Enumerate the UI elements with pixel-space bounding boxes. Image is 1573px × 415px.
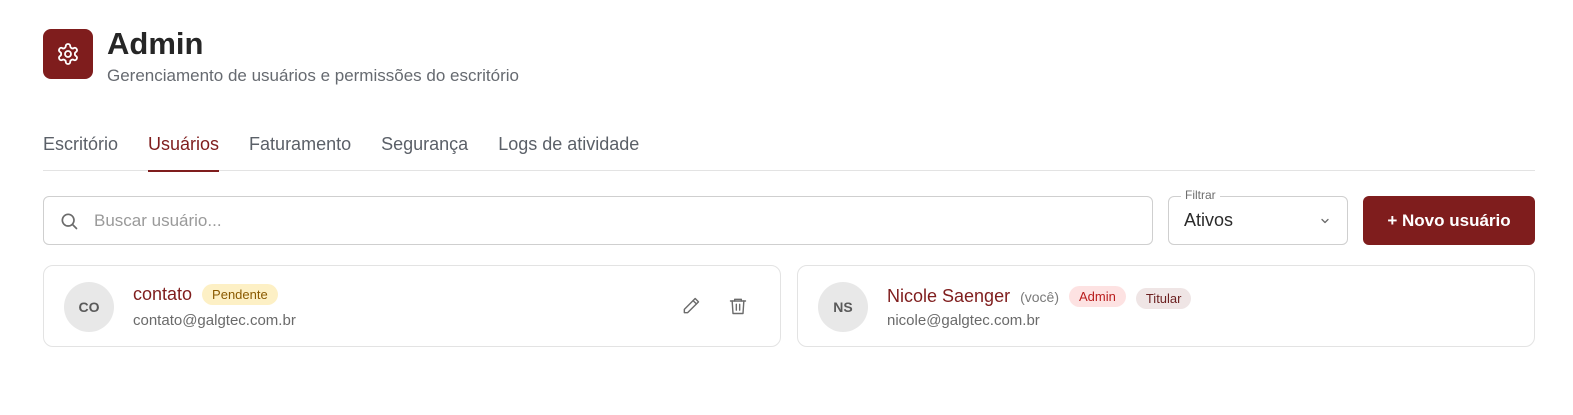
role-badge-admin: Admin <box>1068 286 1126 307</box>
tab-usuarios[interactable]: Usuários <box>148 130 220 172</box>
tab-escritorio[interactable]: Escritório <box>43 130 118 171</box>
search-box <box>43 196 1153 245</box>
current-user-label: (você) <box>1020 288 1059 305</box>
page-title: Admin <box>107 26 204 61</box>
user-email: contato@galgtec.com.br <box>133 312 296 329</box>
role-badge-titular: Titular <box>1135 288 1192 309</box>
user-name: contato <box>133 284 193 304</box>
user-name: Nicole Saenger <box>887 286 1011 306</box>
search-input[interactable] <box>94 210 1094 231</box>
tab-bar: Escritório Usuários Faturamento Seguranç… <box>43 130 1535 172</box>
status-badge-pending: Pendente <box>202 284 278 305</box>
filter-label: Filtrar <box>1181 188 1220 202</box>
user-email: nicole@galgtec.com.br <box>887 312 1040 329</box>
avatar: CO <box>64 282 114 332</box>
filter-value: Ativos <box>1184 210 1234 230</box>
header-text: Admin Gerenciamento de usuários e permis… <box>107 26 519 86</box>
gear-icon <box>58 43 78 65</box>
pencil-icon[interactable] <box>681 296 701 316</box>
trash-icon[interactable] <box>728 296 748 316</box>
page-header: Admin Gerenciamento de usuários e permis… <box>43 26 519 86</box>
page-subtitle: Gerenciamento de usuários e permissões d… <box>107 66 519 85</box>
chevron-down-icon <box>1321 218 1329 224</box>
user-name-row: Nicole Saenger (você) Admin Titular <box>887 284 1192 309</box>
user-card: CO contato Pendente contato@galgtec.com.… <box>43 265 781 347</box>
admin-header-icon <box>43 29 93 79</box>
user-name-row: contato Pendente <box>133 284 278 305</box>
avatar: NS <box>818 282 868 332</box>
new-user-button[interactable]: + Novo usuário <box>1363 196 1535 245</box>
tab-faturamento[interactable]: Faturamento <box>249 130 351 171</box>
tab-seguranca[interactable]: Segurança <box>381 130 468 171</box>
user-card: NS Nicole Saenger (você) Admin Titular n… <box>797 265 1535 347</box>
tab-logs-de-atividade[interactable]: Logs de atividade <box>498 130 639 171</box>
search-icon <box>61 213 78 229</box>
admin-page: Admin Gerenciamento de usuários e permis… <box>0 0 1573 415</box>
filter-select[interactable]: Filtrar Ativos <box>1168 188 1348 245</box>
